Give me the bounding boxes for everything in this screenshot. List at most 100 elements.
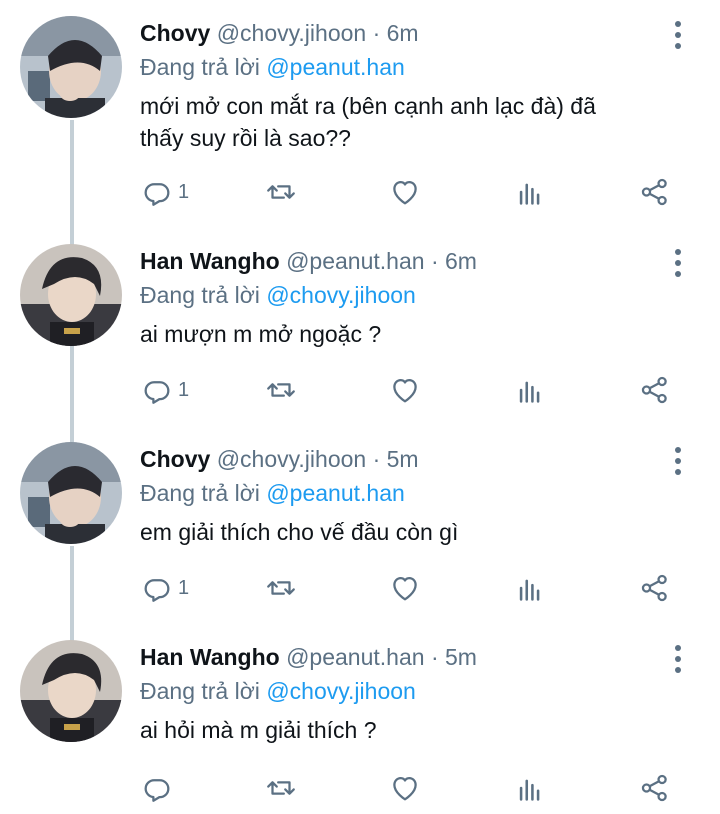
tweet-actions: 1 [140,372,700,408]
retweet-button[interactable] [264,174,298,210]
reply-context: Đang trả lời @peanut.han [140,478,405,508]
avatar[interactable] [20,16,122,118]
retweet-icon [267,185,295,199]
share-button[interactable] [638,372,672,408]
tweet-actions [140,770,700,806]
reply-context: Đang trả lời @chovy.jihoon [140,280,416,310]
chovy-avatar-image [20,442,122,544]
tweet-text: ai mượn m mở ngoặc ? [140,318,680,350]
reply-button[interactable]: 1 [140,372,189,408]
peanut-avatar-image [20,244,122,346]
heart-icon [393,576,417,601]
reply-prefix: Đang trả lời [140,282,260,308]
separator-dot: · [430,248,439,274]
timestamp[interactable]: 6m [387,20,419,46]
retweet-icon [267,781,295,795]
reply-icon [144,183,170,206]
analytics-icon [519,579,540,601]
tweet[interactable]: Han Wangho @peanut.han · 5m Đang trả lời… [0,640,720,814]
reply-prefix: Đang trả lời [140,54,260,80]
more-icon[interactable] [666,246,690,280]
reply-context: Đang trả lời @chovy.jihoon [140,676,416,706]
share-button[interactable] [638,174,672,210]
tweet[interactable]: Han Wangho @peanut.han · 6m Đang trả lời… [0,244,720,429]
tweet[interactable]: Chovy @chovy.jihoon · 5m Đang trả lời @p… [0,442,720,627]
avatar[interactable] [20,244,122,346]
heart-icon [393,378,417,403]
tweet-text: ai hỏi mà m giải thích ? [140,714,680,746]
reply-context: Đang trả lời @peanut.han [140,52,405,82]
analytics-icon [519,183,540,205]
tweet-text-line: mới mở con mắt ra (bên cạnh anh lạc đà) … [140,93,596,119]
retweet-button[interactable] [264,770,298,806]
tweet-actions: 1 [140,570,700,606]
retweet-button[interactable] [264,570,298,606]
author-handle[interactable]: @peanut.han [286,644,424,670]
avatar[interactable] [20,442,122,544]
retweet-button[interactable] [264,372,298,408]
reply-button[interactable]: 1 [140,570,189,606]
reply-icon [144,579,170,602]
author-handle[interactable]: @chovy.jihoon [217,446,367,472]
tweet-header: Chovy @chovy.jihoon · 5m [140,444,419,474]
like-button[interactable] [388,372,422,408]
author-handle[interactable]: @peanut.han [286,248,424,274]
share-icon [641,574,667,602]
heart-icon [393,776,417,801]
more-icon[interactable] [666,444,690,478]
tweet-text: em giải thích cho vế đầu còn gì [140,516,680,548]
reply-icon [144,381,170,404]
reply-prefix: Đang trả lời [140,678,260,704]
reply-mention[interactable]: @chovy.jihoon [266,282,416,308]
analytics-icon [519,381,540,403]
reply-count: 1 [178,576,190,599]
tweet-actions: 1 [140,174,700,210]
retweet-icon [267,581,295,595]
like-button[interactable] [388,174,422,210]
share-icon [641,178,667,206]
share-icon [641,376,667,404]
timestamp[interactable]: 6m [445,248,477,274]
timestamp[interactable]: 5m [387,446,419,472]
views-button[interactable] [514,770,548,806]
more-icon[interactable] [666,18,690,52]
views-button[interactable] [514,372,548,408]
tweet-text-line: em giải thích cho vế đầu còn gì [140,519,459,545]
views-button[interactable] [514,174,548,210]
separator-dot: · [372,446,381,472]
tweet-text-line: thấy suy rồi là sao?? [140,125,351,151]
tweet[interactable]: Chovy @chovy.jihoon · 6m Đang trả lời @p… [0,16,720,226]
views-button[interactable] [514,570,548,606]
share-button[interactable] [638,770,672,806]
reply-mention[interactable]: @peanut.han [266,480,404,506]
reply-button[interactable] [140,770,178,806]
share-button[interactable] [638,570,672,606]
tweet-text-line: ai mượn m mở ngoặc ? [140,321,382,347]
reply-count: 1 [178,180,190,203]
tweet-header: Han Wangho @peanut.han · 5m [140,642,477,672]
share-icon [641,774,667,802]
author-name[interactable]: Han Wangho [140,248,280,274]
reply-mention[interactable]: @chovy.jihoon [266,678,416,704]
tweet-header: Han Wangho @peanut.han · 6m [140,246,477,276]
like-button[interactable] [388,770,422,806]
reply-count: 1 [178,378,190,401]
author-handle[interactable]: @chovy.jihoon [217,20,367,46]
retweet-icon [267,383,295,397]
tweet-text: mới mở con mắt ra (bên cạnh anh lạc đà) … [140,90,680,154]
tweet-text-line: ai hỏi mà m giải thích ? [140,717,377,743]
reply-button[interactable]: 1 [140,174,189,210]
avatar[interactable] [20,640,122,742]
separator-dot: · [430,644,439,670]
reply-prefix: Đang trả lời [140,480,260,506]
author-name[interactable]: Han Wangho [140,644,280,670]
author-name[interactable]: Chovy [140,446,210,472]
timestamp[interactable]: 5m [445,644,477,670]
peanut-avatar-image [20,640,122,742]
separator-dot: · [372,20,381,46]
like-button[interactable] [388,570,422,606]
reply-mention[interactable]: @peanut.han [266,54,404,80]
analytics-icon [519,779,540,801]
author-name[interactable]: Chovy [140,20,210,46]
more-icon[interactable] [666,642,690,676]
